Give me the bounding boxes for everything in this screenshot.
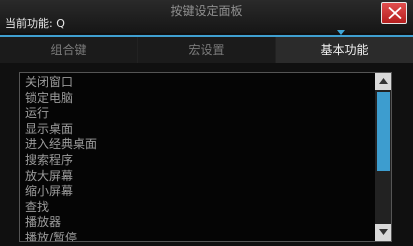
list-item[interactable]: 放大屏幕 <box>25 169 370 185</box>
tab-basic-functions[interactable]: 基本功能 <box>275 37 413 63</box>
list-item[interactable]: 运行 <box>25 106 370 122</box>
current-function-label: 当前功能: Q <box>5 17 65 30</box>
arrow-down-icon <box>379 229 388 235</box>
arrow-up-icon <box>379 78 388 84</box>
function-list[interactable]: 关闭窗口 锁定电脑 运行 显示桌面 进入经典桌面 搜索程序 放大屏幕 缩小屏幕 … <box>19 72 392 242</box>
title-bar: 按键设定面板 当前功能: Q <box>0 0 413 33</box>
close-button[interactable] <box>381 2 407 24</box>
list-item[interactable]: 锁定电脑 <box>25 91 370 107</box>
list-scrollbar[interactable] <box>375 73 391 241</box>
scroll-down-button[interactable] <box>375 224 391 241</box>
list-item[interactable]: 播放器 <box>25 215 370 231</box>
list-item[interactable]: 播放/暂停 <box>25 231 370 241</box>
scroll-up-button[interactable] <box>375 73 391 90</box>
tab-bar: 组合键 宏设置 基本功能 <box>0 37 413 63</box>
tab-combination-keys[interactable]: 组合键 <box>0 37 137 63</box>
close-icon <box>388 7 402 19</box>
tab-macro-settings[interactable]: 宏设置 <box>137 37 275 63</box>
scroll-thumb[interactable] <box>377 92 390 171</box>
list-item[interactable]: 显示桌面 <box>25 122 370 138</box>
function-list-items: 关闭窗口 锁定电脑 运行 显示桌面 进入经典桌面 搜索程序 放大屏幕 缩小屏幕 … <box>25 75 370 241</box>
list-item[interactable]: 搜索程序 <box>25 153 370 169</box>
list-item[interactable]: 关闭窗口 <box>25 75 370 91</box>
list-item[interactable]: 查找 <box>25 200 370 216</box>
window-title: 按键设定面板 <box>170 4 243 18</box>
key-settings-panel: 按键设定面板 当前功能: Q 组合键 宏设置 基本功能 关闭窗口 锁定电脑 运行… <box>0 0 413 246</box>
list-item[interactable]: 缩小屏幕 <box>25 184 370 200</box>
list-item[interactable]: 进入经典桌面 <box>25 137 370 153</box>
